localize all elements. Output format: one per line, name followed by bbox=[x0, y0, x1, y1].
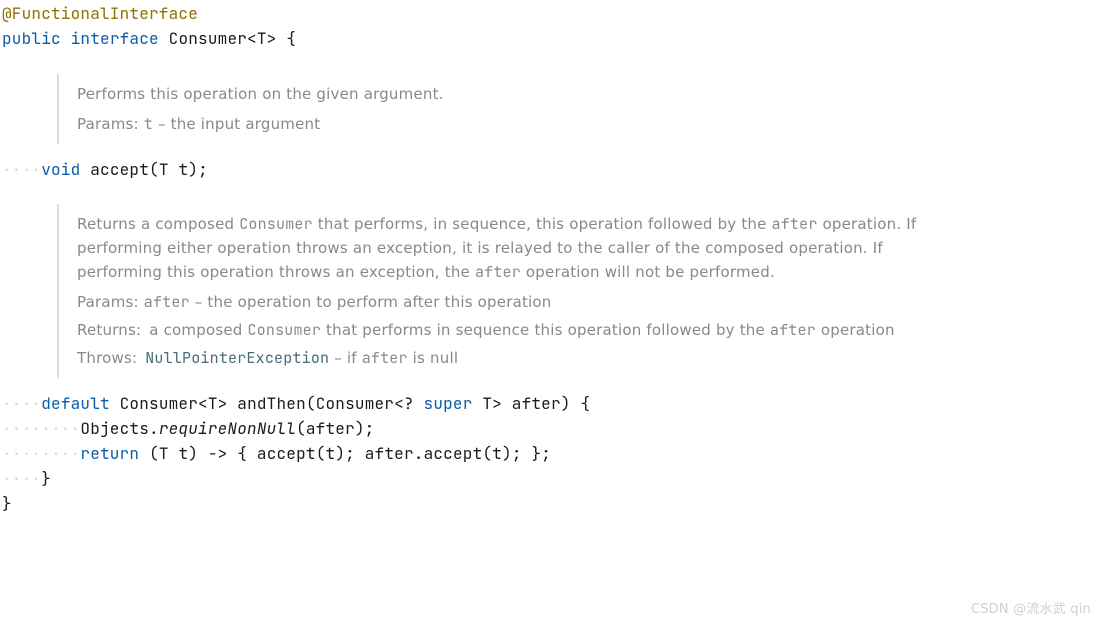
annotation: @FunctionalInterface bbox=[2, 3, 198, 24]
ident: Consumer bbox=[169, 28, 247, 49]
code-line: ········return (T t) -> { accept(t); aft… bbox=[2, 442, 1103, 467]
code-line: public interface Consumer<T> { bbox=[2, 27, 1103, 52]
kw-public: public bbox=[2, 28, 61, 49]
code-line: ····default Consumer<T> andThen(Consumer… bbox=[2, 392, 1103, 417]
doc-params: Params: t – the input argument bbox=[77, 112, 943, 136]
code-line: ····} bbox=[2, 467, 1103, 492]
javadoc-accept: Performs this operation on the given arg… bbox=[57, 74, 957, 144]
doc-returns: Returns: a composed Consumer that perfor… bbox=[77, 318, 943, 342]
doc-desc: Returns a composed Consumer that perform… bbox=[77, 212, 943, 284]
kw-interface: interface bbox=[71, 28, 159, 49]
watermark: CSDN @流水武 qin bbox=[971, 600, 1091, 620]
doc-params: Params: after – the operation to perform… bbox=[77, 290, 943, 314]
code-line: ····void accept(T t); bbox=[2, 158, 1103, 183]
javadoc-andthen: Returns a composed Consumer that perform… bbox=[57, 204, 957, 378]
code-line: } bbox=[2, 492, 1103, 517]
doc-throws: Throws: NullPointerException – if after … bbox=[77, 346, 943, 370]
doc-desc: Performs this operation on the given arg… bbox=[77, 82, 943, 106]
code-line: ········Objects.requireNonNull(after); bbox=[2, 417, 1103, 442]
code-line: @FunctionalInterface bbox=[2, 2, 1103, 27]
